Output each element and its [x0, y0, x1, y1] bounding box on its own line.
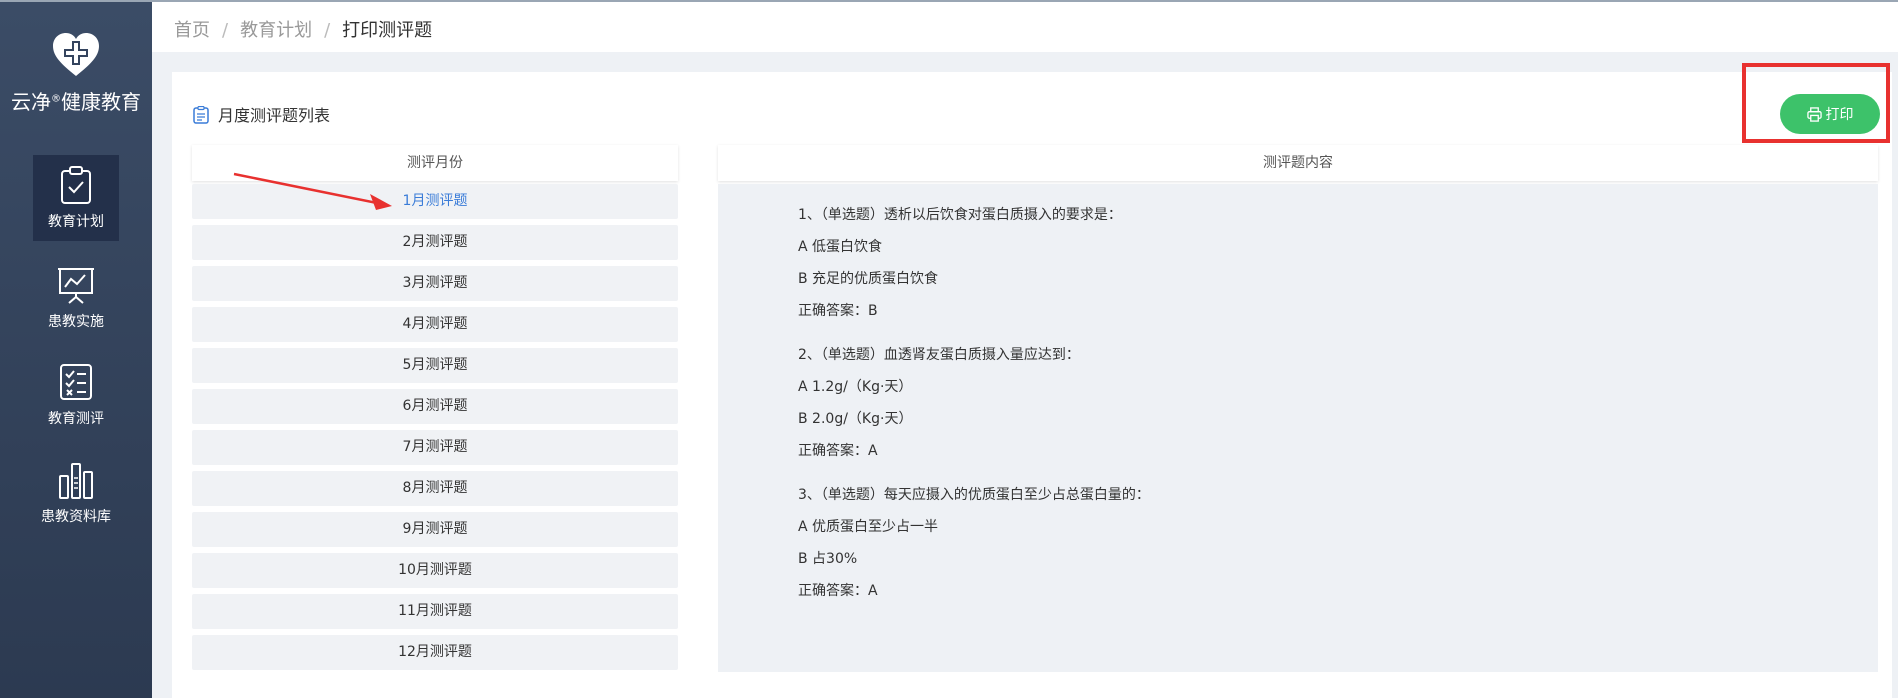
list-item[interactable]: 10月测评题 — [192, 553, 678, 588]
sidebar-item-label: 患教实施 — [48, 314, 104, 330]
sidebar-item-label: 教育测评 — [48, 411, 104, 427]
library-icon — [59, 463, 93, 499]
breadcrumb-separator: / — [222, 20, 229, 41]
list-item[interactable]: 7月测评题 — [192, 430, 678, 465]
breadcrumb-separator: / — [324, 20, 331, 41]
breadcrumb-parent[interactable]: 教育计划 — [240, 20, 312, 41]
question-text: 3、（单选题）每天应摄入的优质蛋白至少占总蛋白量的： — [798, 487, 1150, 503]
sidebar-item-education-evaluation[interactable]: 教育测评 — [33, 352, 119, 438]
list-item[interactable]: 5月测评题 — [192, 348, 678, 383]
clipboard-check-icon — [61, 166, 91, 204]
option-b: B 2.0g/（Kg·天） — [798, 411, 913, 427]
sidebar: 云净®健康教育 教育计划 患教实施 教育测评 患教资料库 — [0, 2, 152, 698]
sidebar-item-education-library[interactable]: 患教资料库 — [33, 450, 119, 536]
form-icon — [193, 106, 209, 124]
list-item[interactable]: 6月测评题 — [192, 389, 678, 424]
list-item[interactable]: 9月测评题 — [192, 512, 678, 547]
breadcrumb: 首页 / 教育计划 / 打印测评题 — [174, 16, 432, 42]
option-b: B 充足的优质蛋白饮食 — [798, 271, 939, 287]
logo — [0, 32, 152, 78]
list-item[interactable]: 4月测评题 — [192, 307, 678, 342]
list-item[interactable]: 8月测评题 — [192, 471, 678, 506]
correct-answer: 正确答案：A — [798, 443, 878, 459]
breadcrumb-home[interactable]: 首页 — [174, 20, 210, 41]
sidebar-item-patient-education[interactable]: 患教实施 — [33, 255, 119, 341]
logo-text: 云净®健康教育 — [11, 90, 141, 114]
list-item[interactable]: 12月测评题 — [192, 635, 678, 670]
highlight-box — [1742, 63, 1890, 143]
option-b: B 占30% — [798, 551, 858, 567]
sidebar-item-label: 患教资料库 — [41, 509, 111, 525]
header: 首页 / 教育计划 / 打印测评题 — [152, 2, 1898, 52]
list-item[interactable]: 11月测评题 — [192, 594, 678, 629]
red-arrow-annotation — [233, 172, 392, 210]
checklist-icon — [60, 364, 92, 400]
breadcrumb-current: 打印测评题 — [342, 20, 433, 41]
question-text: 1、（单选题）透析以后饮食对蛋白质摄入的要求是： — [798, 207, 1122, 223]
question-text: 2、（单选题）血透肾友蛋白质摄入量应达到： — [798, 347, 1080, 363]
presentation-chart-icon — [58, 268, 94, 304]
sidebar-item-education-plan[interactable]: 教育计划 — [33, 155, 119, 241]
panel-title: 月度测评题列表 — [192, 102, 330, 126]
sidebar-item-label: 教育计划 — [48, 214, 104, 230]
correct-answer: 正确答案：B — [798, 303, 878, 319]
list-item[interactable]: 3月测评题 — [192, 266, 678, 301]
heart-cross-icon — [53, 33, 99, 76]
list-item[interactable]: 2月测评题 — [192, 225, 678, 260]
option-a: A 低蛋白饮食 — [798, 239, 883, 255]
content-column-header: 测评题内容 — [718, 145, 1878, 181]
question-content: 1、（单选题）透析以后饮食对蛋白质摄入的要求是： A 低蛋白饮食 B 充足的优质… — [718, 184, 1878, 672]
correct-answer: 正确答案：A — [798, 583, 878, 599]
option-a: A 1.2g/（Kg·天） — [798, 379, 913, 395]
option-a: A 优质蛋白至少占一半 — [798, 519, 939, 535]
